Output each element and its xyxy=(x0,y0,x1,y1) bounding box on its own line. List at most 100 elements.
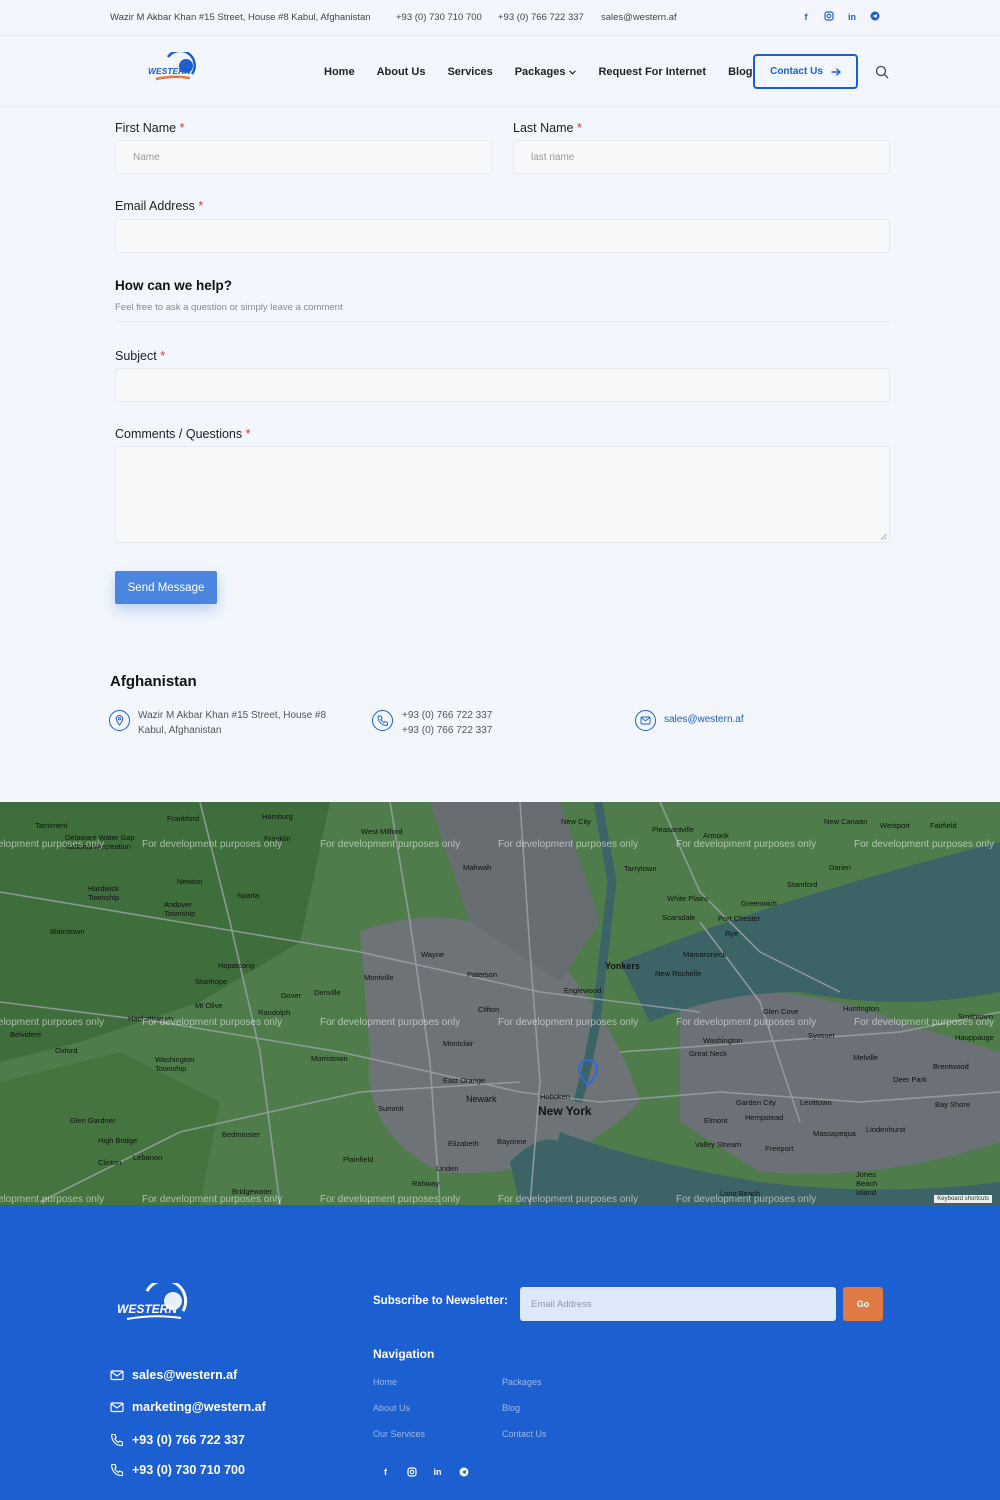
footer-email-1[interactable]: sales@western.af xyxy=(110,1368,237,1382)
contact-us-label: Contact Us xyxy=(770,66,823,77)
map-watermark: For development purposes only xyxy=(498,1194,639,1205)
telegram-icon[interactable] xyxy=(458,1467,469,1478)
footer-phone-1[interactable]: +93 (0) 766 722 337 xyxy=(110,1433,245,1447)
svg-text:WESTERN: WESTERN xyxy=(148,66,191,76)
map-label: Valley Stream xyxy=(695,1140,742,1149)
nav-packages-label: Packages xyxy=(514,66,566,78)
footer-nav-contact-us[interactable]: Contact Us xyxy=(502,1429,547,1439)
nav-blog[interactable]: Blog xyxy=(728,66,752,78)
map-label: Wayne xyxy=(421,950,445,959)
keyboard-shortcuts-link[interactable]: Keyboard shortcuts xyxy=(934,1195,992,1203)
site-logo[interactable]: WESTERN xyxy=(146,49,200,86)
newsletter-go-button[interactable]: Go xyxy=(843,1287,883,1321)
map-label: Mt Olive xyxy=(195,1001,223,1010)
contact-us-button[interactable]: Contact Us xyxy=(753,54,858,89)
site-footer: WESTERN sales@western.af marketing@weste… xyxy=(0,1205,1000,1500)
address-line-1: Wazir M Akbar Khan #15 Street, House #8 xyxy=(138,710,327,721)
footer-nav-our-services[interactable]: Our Services xyxy=(373,1429,425,1439)
google-map[interactable]: Tamiment Frankford Hamburg West Milford … xyxy=(0,802,1000,1205)
nav-packages[interactable]: Packages xyxy=(515,66,577,78)
map-label: Bayonne xyxy=(497,1137,527,1146)
nav-services[interactable]: Services xyxy=(447,66,492,78)
contact-email[interactable]: sales@western.af xyxy=(664,712,744,727)
map-label: West Milford xyxy=(361,827,403,836)
contact-address: Wazir M Akbar Khan #15 Street, House #8 … xyxy=(138,708,326,738)
footer-email-2-text: marketing@western.af xyxy=(132,1400,266,1414)
map-label: Lindenhurst xyxy=(866,1125,906,1134)
map-label: Montclair xyxy=(443,1039,474,1048)
instagram-icon[interactable] xyxy=(824,11,834,23)
map-label: New City xyxy=(561,817,592,826)
topbar-socials: f in xyxy=(801,11,880,23)
map-label: Fairfield xyxy=(930,821,957,830)
footer-logo[interactable]: WESTERN xyxy=(115,1278,190,1328)
map-label: Port Chester xyxy=(718,914,761,923)
first-name-input[interactable]: Name xyxy=(115,140,492,174)
linkedin-icon[interactable]: in xyxy=(432,1467,443,1478)
map-label: Plainfield xyxy=(343,1155,374,1164)
required-marker: * xyxy=(160,349,166,363)
nav-request-internet[interactable]: Request For Internet xyxy=(598,66,706,78)
map-label: Bay Shore xyxy=(935,1100,971,1109)
facebook-icon[interactable]: f xyxy=(380,1467,391,1478)
instagram-icon[interactable] xyxy=(406,1467,417,1478)
subject-input[interactable] xyxy=(115,368,890,402)
footer-nav-about-us[interactable]: About Us xyxy=(373,1403,410,1413)
contact-phone-2[interactable]: +93 (0) 766 722 337 xyxy=(402,723,492,738)
top-bar: Wazir M Akbar Khan #15 Street, House #8 … xyxy=(0,0,1000,36)
map-label: Garden City xyxy=(736,1098,777,1107)
footer-socials: f in xyxy=(380,1467,469,1478)
topbar-phone-1[interactable]: +93 (0) 730 710 700 xyxy=(396,12,482,23)
map-label: Summit xyxy=(378,1104,404,1113)
footer-nav-home[interactable]: Home xyxy=(373,1377,397,1387)
comments-textarea[interactable] xyxy=(115,446,890,543)
map-watermark: For development purposes only xyxy=(676,1194,817,1205)
map-label: New York xyxy=(538,1104,592,1118)
topbar-address: Wazir M Akbar Khan #15 Street, House #8 … xyxy=(110,12,371,23)
footer-nav-packages[interactable]: Packages xyxy=(502,1377,542,1387)
comments-label: Comments / Questions * xyxy=(115,427,251,441)
footer-phone-2[interactable]: +93 (0) 730 710 700 xyxy=(110,1463,245,1477)
map-label: Lebanon xyxy=(133,1153,163,1162)
map-label: Clifton xyxy=(478,1005,500,1014)
phone-icon xyxy=(111,1433,124,1447)
footer-nav-title: Navigation xyxy=(373,1347,435,1361)
newsletter-email-input[interactable]: Email Address xyxy=(520,1287,836,1321)
email-input[interactable] xyxy=(115,219,890,253)
topbar-phone-2[interactable]: +93 (0) 766 722 337 xyxy=(498,12,584,23)
map-watermark: For development purposes only xyxy=(0,839,105,850)
nav-about-us[interactable]: About Us xyxy=(377,66,426,78)
send-message-button[interactable]: Send Message xyxy=(115,571,217,604)
nav-home[interactable]: Home xyxy=(324,66,355,78)
last-name-label: Last Name * xyxy=(513,121,582,135)
comments-label-text: Comments / Questions xyxy=(115,427,243,441)
primary-nav: Home About Us Services Packages Request … xyxy=(324,66,775,78)
footer-email-1-text: sales@western.af xyxy=(132,1368,238,1382)
map-label: Greenwich xyxy=(741,899,777,908)
map-label: Massapequa xyxy=(813,1129,856,1138)
map-label: Brentwood xyxy=(933,1062,969,1071)
map-watermark: For development purposes only xyxy=(0,1017,105,1028)
first-name-label: First Name * xyxy=(115,121,184,135)
footer-email-2[interactable]: marketing@western.af xyxy=(110,1400,266,1414)
contact-phone-1[interactable]: +93 (0) 766 722 337 xyxy=(402,708,492,723)
topbar-email[interactable]: sales@western.af xyxy=(601,12,677,23)
map-watermark: For development purposes only xyxy=(320,839,461,850)
map-label: Bedminster xyxy=(222,1130,260,1139)
map-watermark: For development purposes only xyxy=(320,1017,461,1028)
map-label: Hempstead xyxy=(745,1113,784,1122)
linkedin-icon[interactable]: in xyxy=(847,11,857,23)
search-icon[interactable] xyxy=(875,65,889,79)
map-label: Tamiment xyxy=(35,821,68,830)
facebook-icon[interactable]: f xyxy=(801,11,811,23)
help-subtitle: Feel free to ask a question or simply le… xyxy=(115,302,343,313)
footer-nav-blog[interactable]: Blog xyxy=(502,1403,520,1413)
resize-handle-icon[interactable] xyxy=(880,533,887,540)
map-label: Newark xyxy=(466,1094,497,1104)
map-label: Glen Gardner xyxy=(70,1116,116,1125)
arrow-right-icon xyxy=(831,67,841,76)
main-navbar: WESTERN Home About Us Services Packages … xyxy=(0,37,1000,107)
map-watermark: For development purposes only xyxy=(854,839,995,850)
telegram-icon[interactable] xyxy=(870,11,880,23)
last-name-input[interactable]: last name xyxy=(513,140,890,174)
